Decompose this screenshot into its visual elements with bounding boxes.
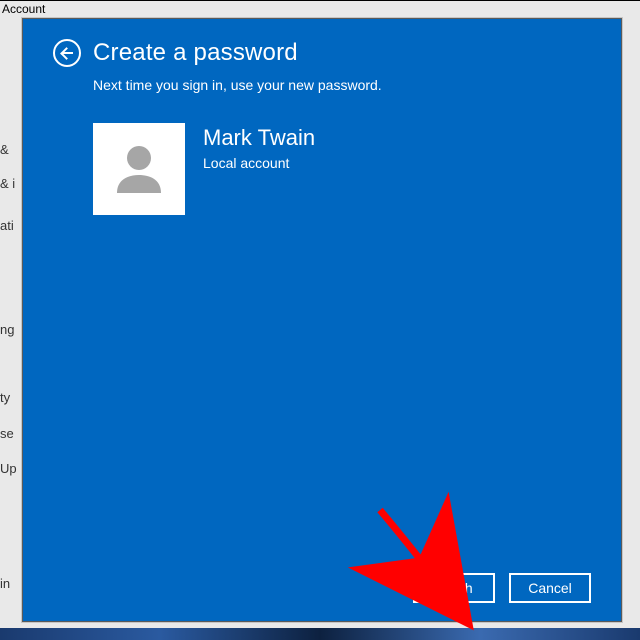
- dialog-title: Create a password: [93, 39, 298, 67]
- back-button[interactable]: [53, 39, 81, 67]
- dialog-subtitle: Next time you sign in, use your new pass…: [93, 77, 591, 93]
- background-title: Account: [0, 0, 45, 18]
- create-password-dialog: Create a password Next time you sign in,…: [23, 19, 621, 621]
- user-icon: [107, 137, 171, 201]
- user-name: Mark Twain: [203, 125, 315, 151]
- user-info: Mark Twain Local account: [93, 123, 591, 215]
- finish-button-label: Finish: [435, 580, 472, 596]
- button-row: Finish Cancel: [53, 573, 591, 603]
- back-arrow-icon: [61, 47, 73, 59]
- avatar: [93, 123, 185, 215]
- cancel-button-label: Cancel: [528, 580, 572, 596]
- finish-button[interactable]: Finish: [413, 573, 495, 603]
- cancel-button[interactable]: Cancel: [509, 573, 591, 603]
- account-type: Local account: [203, 155, 315, 171]
- dialog-frame: Create a password Next time you sign in,…: [22, 18, 622, 622]
